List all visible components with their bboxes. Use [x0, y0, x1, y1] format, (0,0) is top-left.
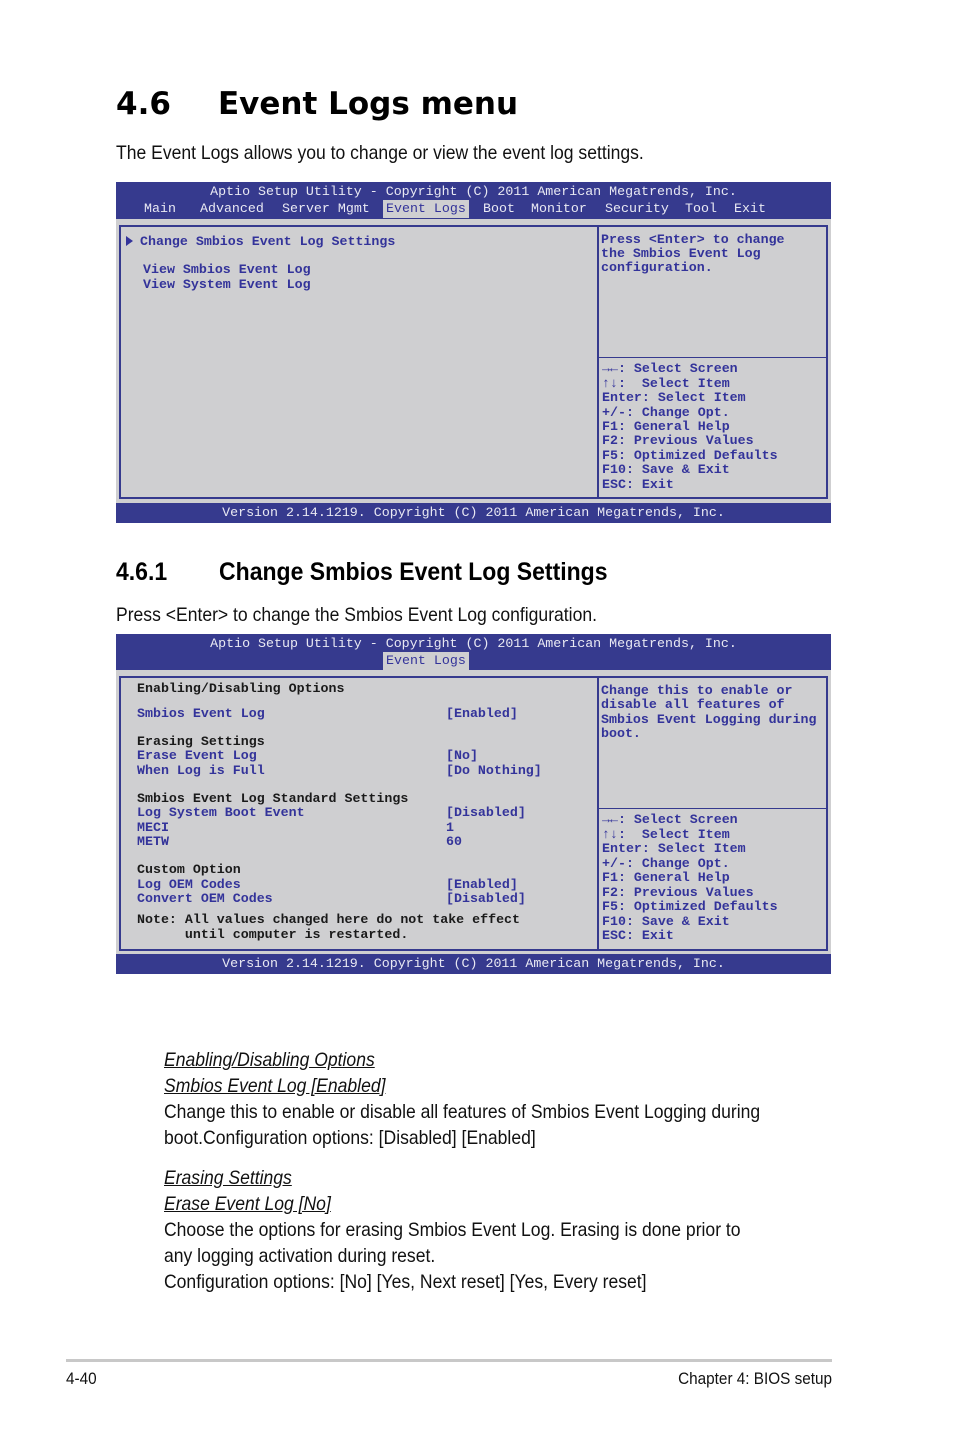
note-line: until computer is restarted.: [137, 927, 409, 942]
key-hint: F2: Previous Values: [602, 433, 754, 448]
subsection-intro: Press <Enter> to change the Smbios Event…: [116, 604, 597, 626]
setting-when-log-full-value[interactable]: [Do Nothing]: [446, 763, 542, 779]
help-text-line: disable all features of: [601, 697, 785, 712]
key-hint: ESC: Exit: [602, 928, 674, 943]
tab-boot[interactable]: Boot: [480, 200, 518, 218]
menu-item-view-system-log[interactable]: View System Event Log: [143, 277, 311, 293]
setting-convert-oem-codes-label[interactable]: Convert OEM Codes: [137, 891, 273, 907]
key-hint: F10: Save & Exit: [602, 462, 730, 477]
description-text: Choose the options for erasing Smbios Ev…: [164, 1219, 741, 1241]
key-hint: F1: General Help: [602, 870, 730, 885]
key-hint: →←: Select Screen: [602, 812, 738, 827]
description-group-title: Erasing Settings: [164, 1167, 292, 1189]
tab-main[interactable]: Main: [141, 200, 179, 218]
tab-event-logs[interactable]: Event Logs: [383, 200, 469, 218]
help-text-line: boot.: [601, 726, 641, 741]
description-text: Configuration options: [No] [Yes, Next r…: [164, 1271, 647, 1293]
subsection-title: Change Smbios Event Log Settings: [219, 558, 608, 586]
tab-advanced[interactable]: Advanced: [197, 200, 267, 218]
section-heading: 4.6 Event Logs menu: [116, 86, 518, 122]
description-erasing: Erasing Settings Erase Event Log [No] Ch…: [164, 1165, 741, 1295]
chapter-label: Chapter 4: BIOS setup: [678, 1369, 832, 1388]
section-title: Event Logs menu: [218, 86, 519, 122]
description-group-title: Enabling/Disabling Options: [164, 1049, 375, 1071]
setting-smbios-event-log-value[interactable]: [Enabled]: [446, 706, 518, 722]
section-intro: The Event Logs allows you to change or v…: [116, 142, 644, 164]
setting-erase-event-log-value[interactable]: [No]: [446, 748, 478, 764]
page-number: 4-40: [66, 1369, 97, 1388]
setting-when-log-full-label[interactable]: When Log is Full: [137, 763, 265, 779]
tab-tool[interactable]: Tool: [682, 200, 720, 218]
note-line: Note: All values changed here do not tak…: [137, 912, 521, 927]
setting-convert-oem-codes-value[interactable]: [Disabled]: [446, 891, 526, 907]
bios-header: Aptio Setup Utility - Copyright (C) 2011…: [116, 634, 831, 670]
description-item-title: Smbios Event Log [Enabled]: [164, 1075, 386, 1097]
group-heading-custom: Custom Option: [137, 862, 241, 877]
group-heading-enabling: Enabling/Disabling Options: [137, 681, 345, 696]
setting-log-system-boot-value[interactable]: [Disabled]: [446, 805, 526, 821]
bios-version-footer: Version 2.14.1219. Copyright (C) 2011 Am…: [116, 503, 831, 523]
subsection-number: 4.6.1: [116, 558, 168, 586]
tab-event-logs[interactable]: Event Logs: [383, 652, 469, 670]
description-text: any logging activation during reset.: [164, 1245, 436, 1267]
tab-server-mgmt[interactable]: Server Mgmt: [279, 200, 373, 218]
description-text: Change this to enable or disable all fea…: [164, 1101, 761, 1123]
key-hint: Enter: Select Item: [602, 390, 746, 405]
setting-log-system-boot-label[interactable]: Log System Boot Event: [137, 805, 305, 821]
bios-title: Aptio Setup Utility - Copyright (C) 2011…: [210, 636, 737, 651]
bios-title: Aptio Setup Utility - Copyright (C) 2011…: [210, 184, 737, 199]
bios-screen-smbios-settings: Aptio Setup Utility - Copyright (C) 2011…: [116, 634, 831, 974]
bios-screen-event-logs: Aptio Setup Utility - Copyright (C) 2011…: [116, 182, 831, 523]
description-text: boot.Configuration options: [Disabled] […: [164, 1127, 536, 1149]
description-enabling: Enabling/Disabling Options Smbios Event …: [164, 1047, 760, 1151]
bios-version-footer: Version 2.14.1219. Copyright (C) 2011 Am…: [116, 954, 831, 974]
setting-erase-event-log-label[interactable]: Erase Event Log: [137, 748, 257, 764]
menu-item-change-smbios-settings[interactable]: Change Smbios Event Log Settings: [126, 234, 395, 250]
key-hint: →←: Select Screen: [602, 361, 738, 376]
menu-item-view-smbios-log[interactable]: View Smbios Event Log: [143, 262, 311, 278]
tab-monitor[interactable]: Monitor: [528, 200, 590, 218]
setting-metw-value[interactable]: 60: [446, 834, 462, 850]
tab-security[interactable]: Security: [602, 200, 672, 218]
description-item-title: Erase Event Log [No]: [164, 1193, 331, 1215]
section-number: 4.6: [116, 86, 171, 122]
help-divider: [599, 808, 826, 809]
subsection-heading: 4.6.1 Change Smbios Event Log Settings: [116, 558, 608, 587]
help-divider: [599, 357, 826, 358]
submenu-arrow-icon: [126, 236, 133, 246]
footer-divider: [66, 1359, 832, 1362]
help-text-line: configuration.: [601, 260, 713, 275]
bios-header: Aptio Setup Utility - Copyright (C) 2011…: [116, 182, 831, 219]
key-hint: F5: Optimized Defaults: [602, 899, 778, 914]
key-hint: ESC: Exit: [602, 477, 674, 492]
setting-metw-label[interactable]: METW: [137, 834, 169, 850]
key-hint: Enter: Select Item: [602, 841, 746, 856]
setting-smbios-event-log-label[interactable]: Smbios Event Log: [137, 706, 265, 722]
tab-exit[interactable]: Exit: [731, 200, 769, 218]
